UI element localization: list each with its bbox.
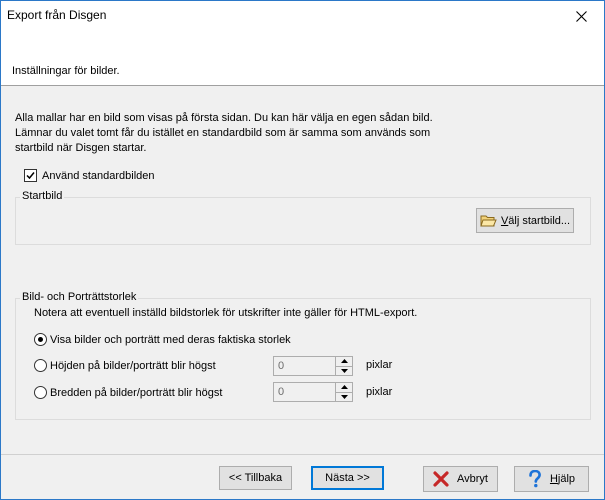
use-default-checkbox-row[interactable]: Använd standardbilden xyxy=(24,169,155,182)
cancel-button[interactable]: Avbryt xyxy=(423,466,498,492)
intro-line-2: Lämnar du valet tomt får du istället en … xyxy=(15,127,431,139)
help-button[interactable]: Hjälp xyxy=(514,466,589,492)
use-default-checkbox[interactable] xyxy=(24,169,37,182)
down-arrow-icon xyxy=(340,368,348,373)
intro-line-1: Alla mallar har en bild som visas på för… xyxy=(15,112,433,124)
radio-max-height-button[interactable] xyxy=(34,359,47,372)
radio-max-width-button[interactable] xyxy=(34,386,47,399)
max-height-spinner[interactable]: 0 xyxy=(273,356,353,376)
close-button[interactable] xyxy=(559,1,604,31)
title-bar: Export från Disgen xyxy=(1,1,604,31)
choose-startbild-label: Välj startbild... xyxy=(500,214,571,227)
help-question-icon xyxy=(529,470,541,488)
window-title: Export från Disgen xyxy=(7,8,107,22)
max-width-value[interactable]: 0 xyxy=(278,386,284,398)
radio-max-width-label: Bredden på bilder/porträtt blir högst xyxy=(50,386,223,399)
intro-text: Alla mallar har en bild som visas på för… xyxy=(15,111,595,156)
startbild-group-label: Startbild xyxy=(20,190,65,202)
max-width-spinner[interactable]: 0 xyxy=(273,382,353,402)
max-width-unit: pixlar xyxy=(366,386,393,398)
back-button-label: << Tillbaka xyxy=(228,472,283,484)
use-default-label: Använd standardbilden xyxy=(42,169,155,182)
cancel-button-label: Avbryt xyxy=(457,473,488,485)
back-button[interactable]: << Tillbaka xyxy=(219,466,292,490)
max-height-unit: pixlar xyxy=(366,359,393,371)
radio-actual-size-button[interactable] xyxy=(34,333,47,346)
radio-actual-size[interactable]: Visa bilder och porträtt med deras fakti… xyxy=(34,333,291,346)
close-icon xyxy=(576,10,587,22)
open-folder-icon xyxy=(480,215,497,226)
checkmark-icon xyxy=(26,172,35,180)
choose-startbild-button[interactable]: Välj startbild... xyxy=(476,208,574,233)
down-arrow-icon xyxy=(340,394,348,399)
max-width-up-button[interactable] xyxy=(336,383,352,392)
radio-max-height[interactable]: Höjden på bilder/porträtt blir högst xyxy=(34,359,216,372)
next-button-label: Nästa >> xyxy=(325,472,370,484)
size-note: Notera att eventuell inställd bildstorle… xyxy=(34,307,418,319)
radio-max-height-label: Höjden på bilder/porträtt blir högst xyxy=(50,359,216,372)
cancel-x-icon xyxy=(433,471,449,487)
help-button-label: Hjälp xyxy=(549,473,576,485)
intro-line-3: startbild när Disgen startar. xyxy=(15,142,147,154)
max-height-up-button[interactable] xyxy=(336,357,352,366)
export-dialog: Export från Disgen Inställningar för bil… xyxy=(0,0,605,500)
max-height-value[interactable]: 0 xyxy=(278,360,284,372)
wizard-header-text: Inställningar för bilder. xyxy=(12,65,120,77)
bottom-separator xyxy=(1,454,604,455)
next-button[interactable]: Nästa >> xyxy=(311,466,384,490)
max-width-down-button[interactable] xyxy=(336,391,352,402)
wizard-header: Inställningar för bilder. xyxy=(1,31,604,86)
up-arrow-icon xyxy=(340,385,348,390)
size-group-label: Bild- och Porträttstorlek xyxy=(20,291,139,303)
max-height-down-button[interactable] xyxy=(336,365,352,376)
radio-max-width[interactable]: Bredden på bilder/porträtt blir högst xyxy=(34,386,222,399)
radio-actual-size-label: Visa bilder och porträtt med deras fakti… xyxy=(50,333,291,346)
up-arrow-icon xyxy=(340,359,348,364)
